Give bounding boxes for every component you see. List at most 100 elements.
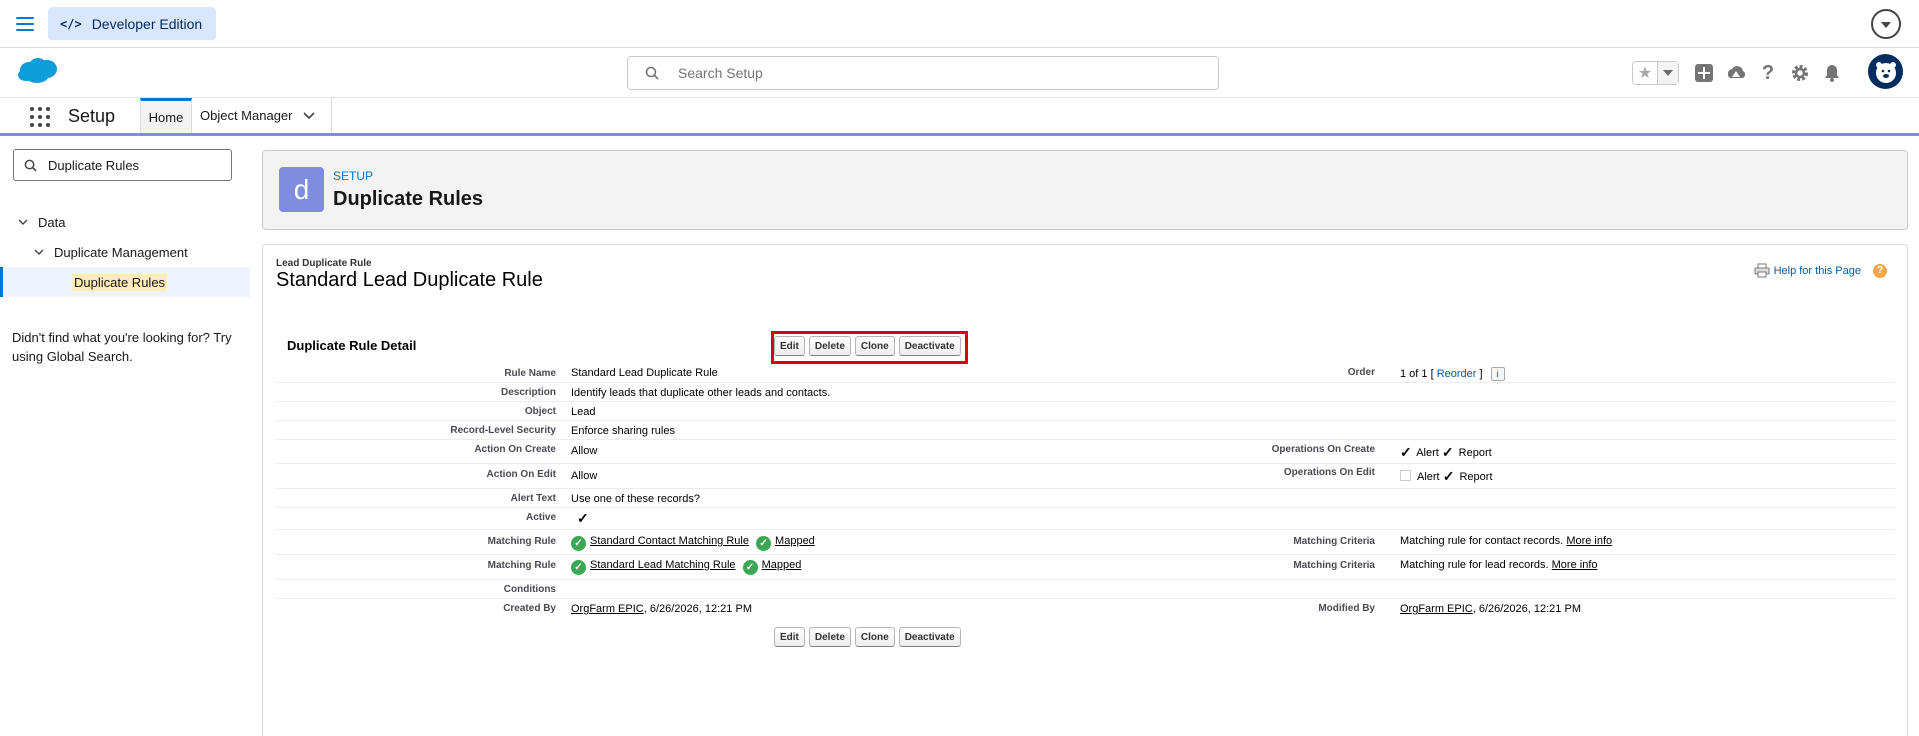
highlight-annotation — [771, 331, 968, 364]
matching-rule-value: ✓ Standard Lead Matching Rule ✓ Mapped — [571, 559, 801, 575]
tab-object-manager[interactable]: Object Manager — [192, 98, 332, 133]
order-text: 1 of 1 [ — [1400, 368, 1434, 380]
section-title: Duplicate Rule Detail — [287, 338, 417, 353]
field-label: Object — [524, 406, 556, 417]
tree-item-duplicate-rules[interactable]: Duplicate Rules — [0, 267, 250, 297]
field-label: Conditions — [503, 584, 556, 595]
gear-icon[interactable] — [1787, 60, 1813, 86]
more-info-link[interactable]: More info — [1566, 535, 1612, 547]
menu-icon[interactable] — [14, 14, 36, 34]
field-row: Alert Text Use one of these records? — [275, 489, 1895, 508]
app-launcher-icon[interactable] — [30, 107, 50, 127]
field-label: Matching Criteria — [1293, 536, 1375, 547]
not-found-hint: Didn't find what you're looking for? Try… — [12, 330, 232, 364]
printer-icon[interactable] — [1754, 263, 1770, 278]
star-icon[interactable]: ★ — [1633, 62, 1657, 84]
reorder-link[interactable]: Reorder — [1437, 368, 1477, 380]
unchecked-box-icon — [1400, 470, 1411, 481]
modified-by-value: OrgFarm EPIC, 6/26/2026, 12:21 PM — [1400, 603, 1581, 615]
search-setup-input[interactable] — [676, 64, 1196, 82]
clone-button[interactable]: Clone — [854, 627, 895, 647]
setup-tree: Data Duplicate Management Duplicate Rule… — [0, 207, 250, 297]
criteria-text: Matching rule for lead records. — [1400, 559, 1549, 571]
mapped-link[interactable]: Mapped — [762, 559, 802, 571]
tree-item-duplicate-management[interactable]: Duplicate Management — [0, 237, 250, 267]
info-icon[interactable]: i — [1490, 367, 1505, 381]
help-icon[interactable]: ? — [1755, 60, 1781, 86]
field-row: Object Lead — [275, 402, 1895, 421]
order-close: ] — [1476, 368, 1483, 380]
checkmark-icon: ✓ — [1441, 444, 1454, 460]
tab-home-label: Home — [148, 109, 184, 125]
record-type-label: Lead Duplicate Rule — [276, 258, 372, 269]
edit-button[interactable]: Edit — [774, 627, 805, 647]
chevron-down-icon[interactable] — [302, 111, 315, 120]
deactivate-button[interactable]: Deactivate — [898, 627, 961, 647]
search-setup-box[interactable] — [627, 56, 1219, 90]
trailhead-icon[interactable] — [1723, 60, 1749, 86]
developer-edition-badge[interactable]: </> Developer Edition — [48, 7, 217, 40]
page-eyebrow[interactable]: SETUP — [333, 169, 373, 183]
created-by-value: OrgFarm EPIC, 6/26/2026, 12:21 PM — [571, 603, 752, 615]
field-value: Allow — [571, 470, 598, 482]
field-row: Action On Edit Allow Operations On Edit … — [275, 464, 1895, 489]
check-circle-icon: ✓ — [756, 536, 772, 551]
bottom-button-row: Edit Delete Clone Deactivate — [774, 627, 961, 647]
help-question-icon[interactable]: ? — [1873, 263, 1887, 278]
help-link-label[interactable]: Help for this Page — [1774, 265, 1861, 277]
modified-date: , 6/26/2026, 12:21 PM — [1472, 603, 1581, 615]
quick-find-input[interactable] — [46, 156, 226, 174]
tree-item-data[interactable]: Data — [0, 207, 250, 237]
setup-sidebar: Data Duplicate Management Duplicate Rule… — [0, 139, 250, 736]
favorites-control: ★ — [1632, 61, 1679, 85]
modified-by-user-link[interactable]: OrgFarm EPIC — [1400, 603, 1473, 615]
setup-app-title: Setup — [68, 106, 116, 126]
search-icon — [14, 159, 46, 172]
code-icon: </> — [60, 16, 82, 31]
tree-item-label: Data — [38, 214, 66, 230]
setup-page-icon: d — [279, 167, 324, 212]
add-icon[interactable] — [1691, 60, 1717, 86]
field-value: Use one of these records? — [571, 493, 701, 505]
field-value: Enforce sharing rules — [571, 425, 675, 437]
matching-rule-link[interactable]: Standard Contact Matching Rule — [590, 535, 749, 547]
field-row: Rule Name Standard Lead Duplicate Rule O… — [275, 363, 1895, 383]
help-for-page-link[interactable]: Help for this Page ? — [1754, 263, 1887, 278]
check-circle-icon: ✓ — [571, 536, 586, 551]
operations-on-create-value: ✓ Alert ✓ Report — [1400, 444, 1492, 461]
field-value: Allow — [571, 445, 598, 457]
page-title: Duplicate Rules — [333, 188, 484, 210]
field-label: Description — [500, 387, 556, 398]
delete-button[interactable]: Delete — [808, 627, 851, 647]
tab-home[interactable]: Home — [140, 98, 192, 133]
global-top-bar: </> Developer Edition — [0, 0, 1919, 48]
field-label: Created By — [503, 603, 556, 614]
field-label: Action On Create — [474, 444, 556, 455]
quick-find-box[interactable] — [13, 149, 232, 181]
detail-fields: Rule Name Standard Lead Duplicate Rule O… — [275, 363, 1895, 621]
more-info-link[interactable]: More info — [1552, 559, 1598, 571]
chevron-down-icon[interactable] — [1871, 9, 1901, 39]
record-detail-panel: Lead Duplicate Rule Standard Lead Duplic… — [262, 244, 1908, 736]
mapped-link[interactable]: Mapped — [775, 535, 815, 547]
field-row: Matching Rule ✓ Standard Lead Matching Ru… — [275, 555, 1895, 580]
developer-edition-label: Developer Edition — [91, 15, 203, 32]
report-label: Report — [1458, 447, 1492, 459]
user-avatar[interactable] — [1868, 54, 1903, 89]
search-icon — [628, 66, 676, 80]
field-label: Modified By — [1318, 603, 1375, 614]
tree-item-label: Duplicate Rules — [72, 273, 168, 291]
matching-rule-link[interactable]: Standard Lead Matching Rule — [590, 559, 736, 571]
chevron-down-icon[interactable] — [18, 217, 28, 227]
chevron-down-icon[interactable] — [34, 247, 44, 257]
report-label: Report — [1459, 471, 1493, 483]
field-label: Alert Text — [510, 493, 556, 504]
salesforce-logo-icon[interactable] — [16, 56, 58, 86]
notifications-bell-icon[interactable] — [1819, 60, 1845, 86]
matching-criteria-value: Matching rule for lead records. More inf… — [1400, 559, 1598, 571]
created-by-user-link[interactable]: OrgFarm EPIC — [571, 603, 644, 615]
header-actions: ★ ? — [1632, 60, 1845, 86]
field-label: Operations On Create — [1271, 444, 1375, 455]
favorites-dropdown-icon[interactable] — [1657, 62, 1678, 84]
field-label: Record-Level Security — [450, 425, 556, 436]
